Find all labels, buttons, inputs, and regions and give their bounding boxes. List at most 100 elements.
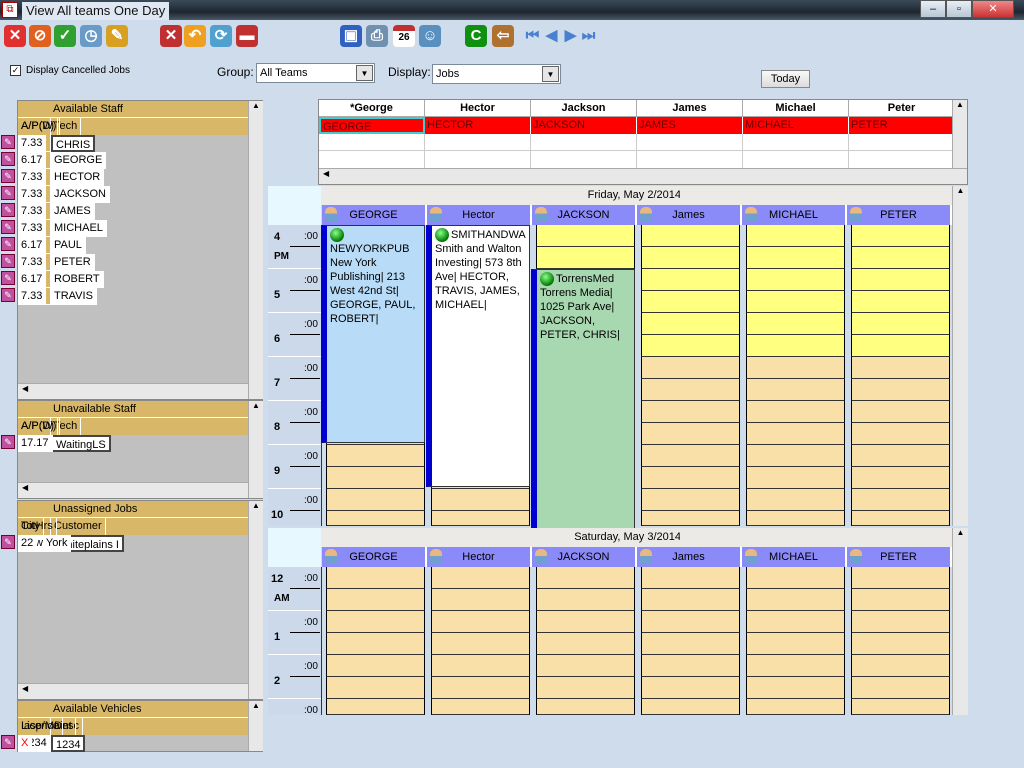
calendar-icon[interactable]: ▬ xyxy=(236,25,258,47)
group-select[interactable]: All Teams ▼ xyxy=(256,63,375,83)
team-column-header[interactable]: James xyxy=(637,100,743,117)
table-cell[interactable]: 7.33 xyxy=(18,186,47,203)
team-column-header[interactable]: Peter xyxy=(849,100,955,117)
time-slot[interactable] xyxy=(431,611,530,633)
export-icon[interactable]: ▣ xyxy=(340,25,362,47)
table-cell[interactable]: HECTOR xyxy=(51,169,105,186)
time-slot[interactable] xyxy=(641,335,740,357)
staff-column-header[interactable]: MICHAEL xyxy=(742,547,847,567)
empty-cell[interactable] xyxy=(849,134,955,151)
vertical-scrollbar[interactable]: ▲ xyxy=(248,701,263,751)
empty-cell[interactable] xyxy=(743,151,849,168)
reload-icon[interactable]: C xyxy=(465,25,487,47)
time-slot[interactable] xyxy=(326,633,425,655)
display-cancelled-checkbox[interactable]: ✓ xyxy=(10,65,21,76)
time-slot[interactable] xyxy=(746,445,845,467)
edit-row-icon[interactable]: ✎ xyxy=(1,237,15,251)
calendar-26-icon[interactable]: 26 xyxy=(393,25,415,47)
time-slot[interactable] xyxy=(536,655,635,677)
cancel-icon[interactable]: ✕ xyxy=(4,25,26,47)
time-slot[interactable] xyxy=(641,269,740,291)
time-slot[interactable] xyxy=(851,401,950,423)
pin-icon[interactable]: ✎ xyxy=(106,25,128,47)
time-slot[interactable] xyxy=(641,655,740,677)
table-cell[interactable]: ROBERT xyxy=(51,271,104,288)
team-member-cell[interactable]: MICHAEL xyxy=(743,117,849,134)
table-row[interactable]: 7PAUL6.176.17 xyxy=(18,237,248,254)
table-cell[interactable]: X xyxy=(18,735,33,752)
table-row[interactable]: 10TRAVIS7.337.33 xyxy=(18,288,248,305)
time-slot[interactable] xyxy=(326,511,425,526)
time-slot[interactable] xyxy=(851,357,950,379)
time-slot[interactable] xyxy=(641,445,740,467)
edit-row-icon[interactable]: ✎ xyxy=(1,169,15,183)
empty-cell[interactable] xyxy=(531,134,637,151)
time-slot[interactable] xyxy=(851,445,950,467)
time-slot[interactable] xyxy=(536,589,635,611)
time-slot[interactable] xyxy=(641,401,740,423)
time-slot[interactable] xyxy=(326,677,425,699)
time-slot[interactable] xyxy=(851,655,950,677)
time-slot[interactable] xyxy=(641,611,740,633)
time-slot[interactable] xyxy=(851,611,950,633)
team-member-cell[interactable]: HECTOR xyxy=(425,117,531,134)
time-slot[interactable] xyxy=(326,611,425,633)
time-slot[interactable] xyxy=(851,423,950,445)
time-slot[interactable] xyxy=(641,633,740,655)
prev-icon[interactable]: ◀ xyxy=(543,25,560,47)
job-block[interactable]: SMITHANDWA Smith and Walton Investing| 57… xyxy=(426,225,530,487)
empty-cell[interactable] xyxy=(319,151,425,168)
vertical-scrollbar[interactable]: ▲ xyxy=(248,401,263,498)
time-slot[interactable] xyxy=(746,611,845,633)
staff-column-header[interactable]: JACKSON xyxy=(532,547,637,567)
time-slot[interactable] xyxy=(326,655,425,677)
time-slot[interactable] xyxy=(641,225,740,247)
staff-column-header[interactable]: JACKSON xyxy=(532,205,637,225)
time-slot[interactable] xyxy=(746,423,845,445)
table-row[interactable]: 3HECTOR7.337.33 xyxy=(18,169,248,186)
time-slot[interactable] xyxy=(431,655,530,677)
time-slot[interactable] xyxy=(851,677,950,699)
staff-column-header[interactable]: PETER xyxy=(847,205,952,225)
time-slot[interactable] xyxy=(641,511,740,526)
staff-column-header[interactable]: MICHAEL xyxy=(742,205,847,225)
time-slot[interactable] xyxy=(536,225,635,247)
time-slot[interactable] xyxy=(431,567,530,589)
chevron-down-icon[interactable]: ▼ xyxy=(542,66,559,82)
table-cell[interactable]: 7.33 xyxy=(18,169,47,186)
time-slot[interactable] xyxy=(536,633,635,655)
time-slot[interactable] xyxy=(746,335,845,357)
time-slot[interactable] xyxy=(536,699,635,715)
staff-column-header[interactable]: PETER xyxy=(847,547,952,567)
close-button[interactable]: ✕ xyxy=(972,0,1014,18)
staff-column-header[interactable]: GEORGE xyxy=(322,205,427,225)
table-cell[interactable]: CHRIS xyxy=(51,135,96,152)
time-slot[interactable] xyxy=(431,677,530,699)
time-slot[interactable] xyxy=(536,247,635,269)
column-header[interactable]: A/P(W) xyxy=(18,118,61,135)
column-header[interactable]: Iasp/Maint xyxy=(18,718,76,735)
time-slot[interactable] xyxy=(326,699,425,715)
staff-column-header[interactable]: Hector xyxy=(427,205,532,225)
job-block[interactable]: TorrensMed Torrens Media| 1025 Park Ave| … xyxy=(531,269,635,533)
time-slot[interactable] xyxy=(641,699,740,715)
column-header[interactable]: A/P(W) xyxy=(18,418,61,435)
empty-cell[interactable] xyxy=(425,134,531,151)
team-member-cell[interactable]: PETER xyxy=(849,117,955,134)
time-slot[interactable] xyxy=(851,699,950,715)
exit-icon[interactable]: ⇦ xyxy=(492,25,514,47)
time-slot[interactable] xyxy=(326,567,425,589)
time-slot[interactable] xyxy=(431,589,530,611)
edit-row-icon[interactable]: ✎ xyxy=(1,186,15,200)
vertical-scrollbar[interactable]: ▲ xyxy=(952,186,968,526)
table-cell[interactable]: JACKSON xyxy=(51,186,110,203)
empty-cell[interactable] xyxy=(637,151,743,168)
team-member-cell[interactable]: JACKSON xyxy=(531,117,637,134)
team-column-header[interactable]: Hector xyxy=(425,100,531,117)
time-slot[interactable] xyxy=(851,567,950,589)
team-column-header[interactable]: Michael xyxy=(743,100,849,117)
team-column-header[interactable]: Jackson xyxy=(531,100,637,117)
time-slot[interactable] xyxy=(746,489,845,511)
staff-column-header[interactable]: James xyxy=(637,547,742,567)
table-cell[interactable]: PAUL xyxy=(51,237,86,254)
